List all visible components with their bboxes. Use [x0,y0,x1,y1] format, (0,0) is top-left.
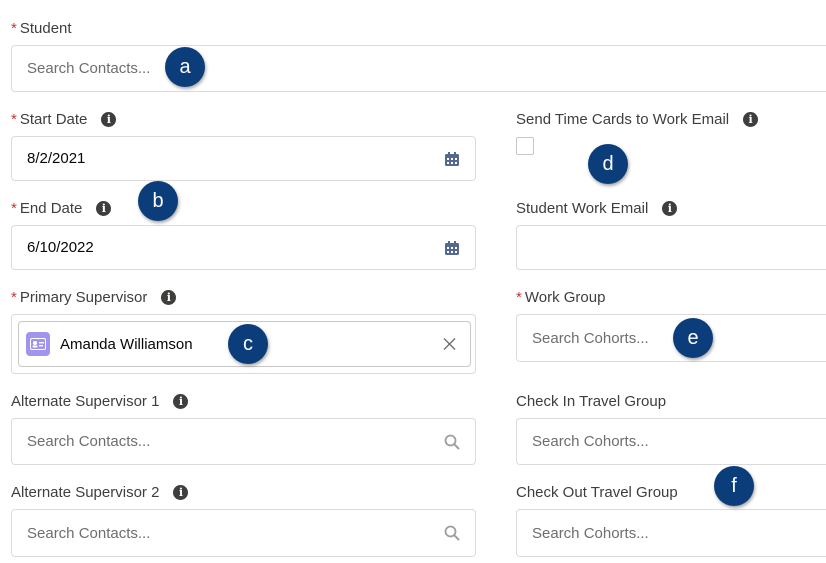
student-label-text: Student [19,20,72,37]
alternate-supervisor-2-placeholder: Search Contacts... [27,524,151,542]
student-placeholder: Search Contacts... [27,60,151,77]
alternate-supervisor-1-input[interactable]: Search Contacts... [11,418,476,465]
work-group-label: * Work Group [516,289,605,306]
student-work-email-label: Student Work Email i [516,200,678,217]
work-group-label-text: Work Group [524,289,606,306]
info-icon[interactable]: i [743,112,759,127]
contact-card-icon [26,332,50,356]
student-label: * Student [11,20,72,37]
student-work-email-input[interactable] [516,225,826,270]
alternate-supervisor-2-label: Alternate Supervisor 2 i [11,484,189,501]
end-date-value: 6/10/2022 [27,239,94,256]
info-icon[interactable]: i [101,112,117,127]
check-in-travel-group-placeholder: Search Cohorts... [532,433,649,450]
primary-supervisor-label-text: Primary Supervisor [19,289,148,306]
start-date-label-text: Start Date [19,111,88,128]
callout-d: d [588,144,628,184]
required-marker: * [11,111,17,128]
info-icon[interactable]: i [662,201,678,216]
required-marker: * [11,200,17,217]
check-out-travel-group-placeholder: Search Cohorts... [532,524,649,542]
start-date-label: * Start Date i [11,111,117,128]
callout-f: f [714,466,754,506]
send-time-cards-label: Send Time Cards to Work Email i [516,111,759,128]
required-marker: * [516,289,522,306]
start-date-input[interactable]: 8/2/2021 [11,136,476,181]
required-marker: * [11,20,17,37]
search-icon [444,525,460,541]
info-icon[interactable]: i [173,485,189,500]
student-search-input[interactable]: Search Contacts... [11,45,826,92]
close-icon[interactable] [443,338,456,351]
end-date-label: * End Date i [11,200,112,217]
send-time-cards-label-text: Send Time Cards to Work Email [516,111,730,128]
required-marker: * [11,289,17,306]
primary-supervisor-value: Amanda Williamson [60,335,193,353]
callout-a: a [165,47,205,87]
work-group-placeholder: Search Cohorts... [532,329,649,347]
send-time-cards-checkbox[interactable] [516,137,534,155]
info-icon[interactable]: i [96,201,112,216]
callout-e: e [673,318,713,358]
check-out-travel-group-label: Check Out Travel Group [516,484,678,501]
calendar-icon[interactable] [444,240,460,256]
end-date-input[interactable]: 6/10/2022 [11,225,476,270]
primary-supervisor-label: * Primary Supervisor i [11,289,177,306]
alternate-supervisor-2-input[interactable]: Search Contacts... [11,509,476,557]
alternate-supervisor-1-placeholder: Search Contacts... [27,433,151,450]
check-out-travel-group-label-text: Check Out Travel Group [516,484,678,501]
start-date-value: 8/2/2021 [27,150,86,167]
info-icon[interactable]: i [161,290,177,305]
student-work-email-label-text: Student Work Email [516,200,649,217]
alternate-supervisor-1-label: Alternate Supervisor 1 i [11,393,189,410]
search-icon [444,434,460,450]
check-in-travel-group-label: Check In Travel Group [516,393,666,410]
info-icon[interactable]: i [173,394,189,409]
alternate-supervisor-2-label-text: Alternate Supervisor 2 [11,484,160,501]
calendar-icon[interactable] [444,151,460,167]
callout-c: c [228,324,268,364]
check-in-travel-group-label-text: Check In Travel Group [516,393,667,410]
alternate-supervisor-1-label-text: Alternate Supervisor 1 [11,393,160,410]
end-date-label-text: End Date [19,200,83,217]
callout-b: b [138,181,178,221]
work-group-search-input[interactable]: Search Cohorts... [516,314,826,362]
check-in-travel-group-search-input[interactable]: Search Cohorts... [516,418,826,465]
check-out-travel-group-search-input[interactable]: Search Cohorts... [516,509,826,557]
